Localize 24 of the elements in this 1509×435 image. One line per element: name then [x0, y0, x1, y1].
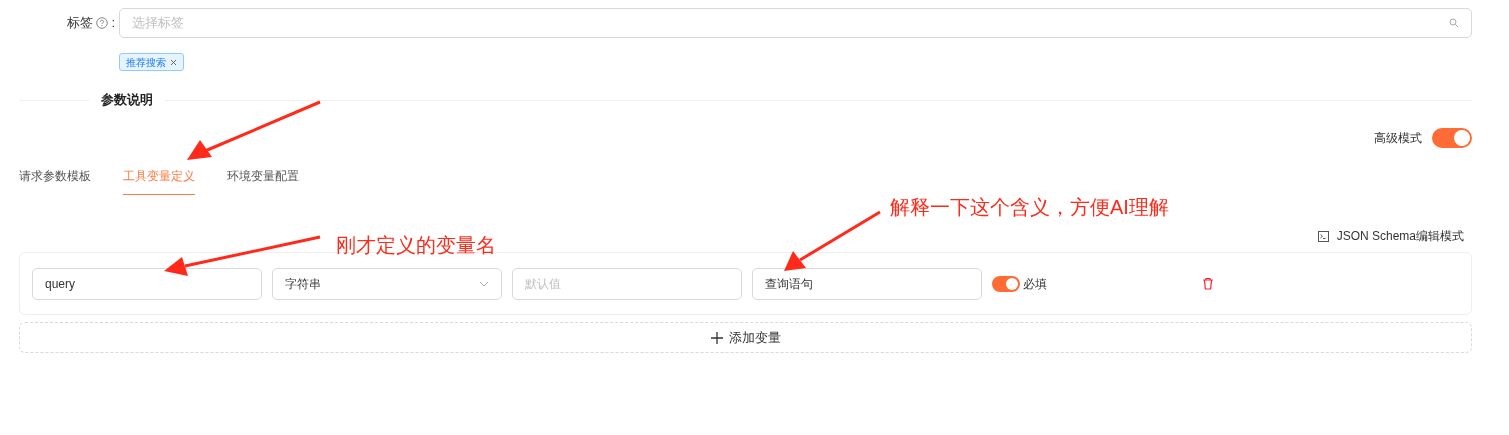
tab[interactable]: 环境变量配置 — [227, 165, 299, 195]
colon-text: : — [111, 14, 115, 33]
add-variable-button[interactable]: 添加变量 — [19, 322, 1472, 353]
toggle-label: 高级模式 — [1374, 130, 1422, 147]
annotation-text: 解释一下这个含义，方便AI理解 — [890, 195, 1169, 220]
plus-icon — [710, 331, 723, 344]
required-switch[interactable] — [992, 275, 1020, 292]
search-icon — [1449, 18, 1459, 28]
terminal-icon — [1317, 230, 1329, 242]
placeholder-text: 选择标签 — [132, 14, 184, 33]
required-label: 必填 — [1023, 275, 1047, 293]
chevron-down-icon — [479, 280, 489, 287]
schema-mode-button[interactable]: JSON Schema编辑模式 — [1317, 226, 1464, 246]
help-icon[interactable] — [96, 17, 109, 29]
field-label: 标签 — [67, 14, 94, 33]
section-title: 参数说明 — [100, 91, 154, 110]
trash-icon[interactable] — [1202, 277, 1214, 290]
type-select[interactable]: 字符串 — [272, 267, 502, 300]
annotation-text: 刚才定义的变量名 — [336, 233, 496, 258]
tag-label: 推荐搜索 — [126, 55, 166, 70]
close-icon[interactable] — [170, 58, 177, 66]
placeholder-text: 默认值 — [525, 275, 561, 293]
advanced-mode-switch[interactable] — [1432, 128, 1472, 148]
tab[interactable]: 请求参数模板 — [19, 165, 91, 195]
